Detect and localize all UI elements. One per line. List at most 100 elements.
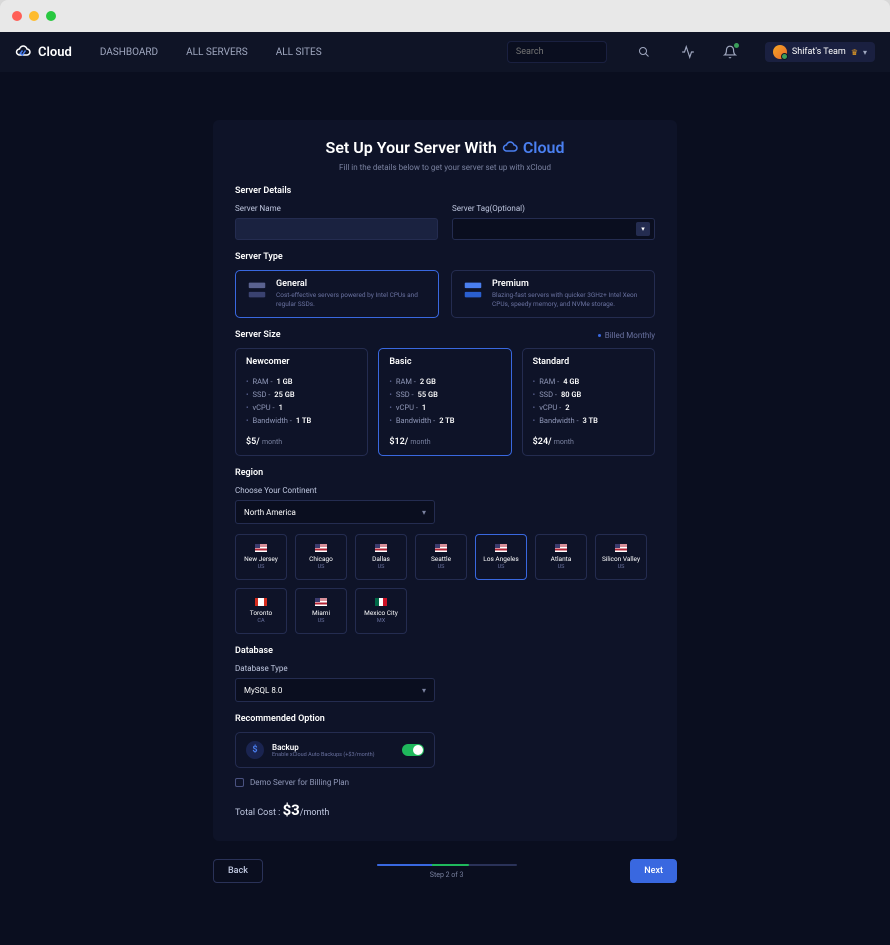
dollar-icon: $ (246, 741, 264, 759)
type-general-title: General (276, 279, 428, 289)
team-switcher[interactable]: Shifat's Team ♛ ▾ (765, 42, 875, 62)
billing-cycle[interactable]: Billed Monthly (598, 331, 655, 340)
demo-server-checkbox[interactable]: Demo Server for Billing Plan (235, 778, 655, 787)
plan-name: Standard (533, 357, 644, 367)
flag-us-icon (555, 544, 567, 552)
type-general[interactable]: General Cost-effective servers powered b… (235, 270, 439, 318)
server-general-icon (246, 279, 268, 301)
mac-close-icon[interactable] (12, 11, 22, 21)
chevron-down-icon: ▾ (636, 222, 650, 236)
window-chrome (0, 0, 890, 32)
server-details-heading: Server Details (235, 186, 655, 196)
plan-name: Newcomer (246, 357, 357, 367)
progress-label: Step 2 of 3 (377, 871, 517, 879)
notifications-button[interactable] (723, 45, 737, 59)
progress-bar (377, 864, 517, 866)
flag-us-icon (315, 598, 327, 606)
server-tag-label: Server Tag(Optional) (452, 204, 655, 213)
location-seattle[interactable]: Seattle US (415, 534, 467, 580)
setup-panel: Set Up Your Server With Cloud Fill in th… (213, 120, 677, 841)
location-los-angeles[interactable]: Los Angeles US (475, 534, 527, 580)
mac-zoom-icon[interactable] (46, 11, 56, 21)
nav-sites[interactable]: ALL SITES (276, 47, 322, 58)
cloud-logo-icon (15, 43, 33, 61)
flag-us-icon (255, 544, 267, 552)
location-atlanta[interactable]: Atlanta US (535, 534, 587, 580)
database-heading: Database (235, 646, 655, 656)
plan-name: Basic (389, 357, 500, 367)
location-toronto[interactable]: Toronto CA (235, 588, 287, 634)
type-general-desc: Cost-effective servers powered by Intel … (276, 291, 428, 309)
avatar (773, 45, 787, 59)
size-plan-newcomer[interactable]: Newcomer RAM - 1 GB SSD - 25 GB vCPU - 1… (235, 348, 368, 456)
brand-logo[interactable]: Cloud (15, 43, 72, 61)
search-button[interactable] (635, 43, 653, 61)
backup-option[interactable]: $ Backup Enable xCloud Auto Backups (+$3… (235, 732, 435, 768)
app-frame: Cloud DASHBOARD ALL SERVERS ALL SITES Sh… (0, 32, 890, 945)
wizard-footer: Back Step 2 of 3 Next (213, 859, 677, 883)
server-name-input[interactable] (235, 218, 438, 240)
flag-us-icon (495, 544, 507, 552)
page-subtitle: Fill in the details below to get your se… (235, 163, 655, 172)
flag-us-icon (315, 544, 327, 552)
server-premium-icon (462, 279, 484, 301)
flag-us-icon (375, 544, 387, 552)
recommended-heading: Recommended Option (235, 714, 655, 724)
page-title: Set Up Your Server With Cloud (326, 138, 565, 157)
region-heading: Region (235, 468, 655, 478)
location-miami[interactable]: Miami US (295, 588, 347, 634)
server-name-label: Server Name (235, 204, 438, 213)
backup-title: Backup (272, 743, 394, 752)
type-premium-title: Premium (492, 279, 644, 289)
server-fast-icon (462, 279, 484, 301)
team-name: Shifat's Team (792, 47, 846, 57)
cloud-logo-icon (502, 139, 520, 157)
size-plan-standard[interactable]: Standard RAM - 4 GB SSD - 80 GB vCPU - 2… (522, 348, 655, 456)
location-mexico-city[interactable]: Mexico City MX (355, 588, 407, 634)
location-dallas[interactable]: Dallas US (355, 534, 407, 580)
total-cost: Total Cost : $3/month (235, 801, 655, 819)
nav-dashboard[interactable]: DASHBOARD (100, 47, 158, 58)
brand-text: Cloud (38, 45, 72, 60)
location-chicago[interactable]: Chicago US (295, 534, 347, 580)
database-select[interactable]: MySQL 8.0 ▾ (235, 678, 435, 702)
type-premium-desc: Blazing-fast servers with quicker 3GHz+ … (492, 291, 644, 309)
crown-icon: ♛ (851, 48, 858, 57)
activity-icon (681, 45, 695, 59)
chevron-down-icon: ▾ (422, 508, 426, 517)
flag-mx-icon (375, 598, 387, 606)
nav-servers[interactable]: ALL SERVERS (186, 47, 248, 58)
flag-us-icon (435, 544, 447, 552)
mac-minimize-icon[interactable] (29, 11, 39, 21)
flag-ca-icon (255, 598, 267, 606)
continent-select[interactable]: North America ▾ (235, 500, 435, 524)
plan-price: $12/ month (389, 437, 500, 447)
hero: Set Up Your Server With Cloud Fill in th… (235, 138, 655, 172)
backup-desc: Enable xCloud Auto Backups (+$3/month) (272, 752, 394, 758)
checkbox-icon (235, 778, 244, 787)
type-premium[interactable]: Premium Blazing-fast servers with quicke… (451, 270, 655, 318)
location-silicon-valley[interactable]: Silicon Valley US (595, 534, 647, 580)
notification-dot-icon (734, 43, 739, 48)
server-tag-select[interactable]: ▾ (452, 218, 655, 240)
search-icon (638, 46, 650, 58)
search-input[interactable] (516, 47, 598, 57)
progress: Step 2 of 3 (377, 864, 517, 879)
back-button[interactable]: Back (213, 859, 263, 883)
chevron-down-icon: ▾ (863, 48, 867, 57)
search-input-wrap[interactable] (507, 41, 607, 63)
backup-toggle[interactable] (402, 744, 424, 756)
topbar: Cloud DASHBOARD ALL SERVERS ALL SITES Sh… (0, 32, 890, 72)
database-type-label: Database Type (235, 664, 655, 673)
server-stack-icon (246, 279, 268, 301)
inline-brand: Cloud (502, 138, 565, 157)
next-button[interactable]: Next (630, 859, 677, 883)
plan-price: $24/ month (533, 437, 644, 447)
server-size-heading: Server Size (235, 330, 281, 340)
continent-label: Choose Your Continent (235, 486, 655, 495)
location-new-jersey[interactable]: New Jersey US (235, 534, 287, 580)
chevron-down-icon: ▾ (422, 686, 426, 695)
activity-button[interactable] (681, 45, 695, 59)
size-plan-basic[interactable]: Basic RAM - 2 GB SSD - 55 GB vCPU - 1 Ba… (378, 348, 511, 456)
server-type-heading: Server Type (235, 252, 655, 262)
